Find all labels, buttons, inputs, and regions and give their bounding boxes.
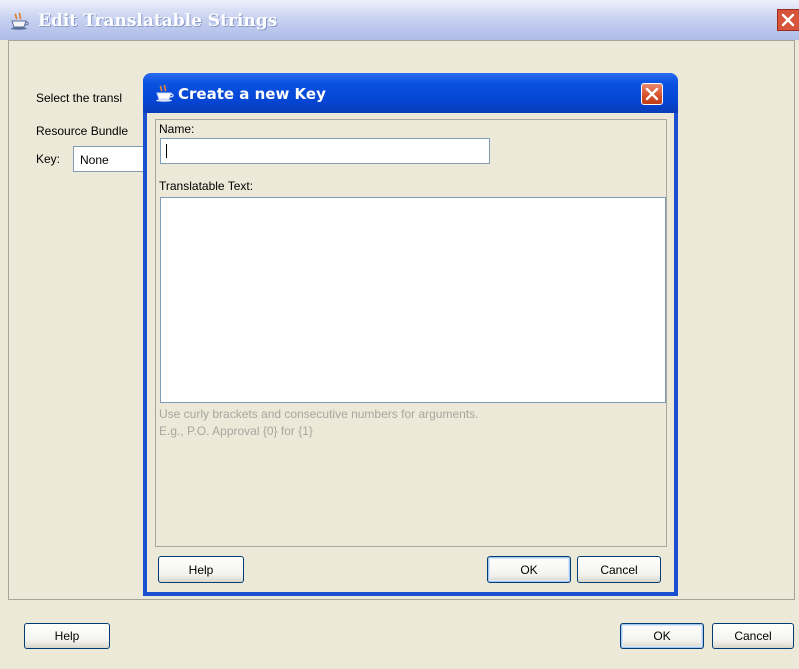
name-label: Name: [159,122,195,136]
dialog-ok-button[interactable]: OK [487,556,571,583]
hint-line-2: E.g., P.O. Approval {0} for {1} [159,424,313,438]
dialog-close-button[interactable] [641,83,663,105]
dialog-titlebar[interactable]: Create a new Key [143,73,678,113]
translatable-text-label: Translatable Text: [159,179,254,193]
close-icon [781,13,795,27]
java-cup-icon [156,84,174,102]
resource-bundle-label: Resource Bundle [36,124,129,138]
name-input[interactable] [160,138,490,164]
translatable-text-area[interactable] [160,197,666,403]
help-button-label: Help [54,629,80,643]
instruction-text: Select the transl [36,91,123,105]
ok-button-label: OK [653,629,671,643]
cancel-button[interactable]: Cancel [712,623,794,649]
hint-line-1: Use curly brackets and consecutive numbe… [159,407,479,421]
dialog-cancel-button[interactable]: Cancel [577,556,661,583]
text-caret [166,144,167,158]
dialog-title: Create a new Key [178,85,326,103]
dialog-body: Name: Translatable Text: Use curly brack… [147,113,674,592]
dialog-ok-button-label: OK [520,562,538,577]
dialog-help-button[interactable]: Help [158,556,244,583]
key-select[interactable]: None [73,146,153,172]
close-icon [645,87,659,101]
key-select-value: None [80,153,109,167]
help-button[interactable]: Help [24,623,110,649]
dialog-cancel-button-label: Cancel [600,562,638,577]
java-cup-icon [11,12,29,30]
window-titlebar[interactable]: Edit Translatable Strings [0,0,799,40]
ok-button[interactable]: OK [620,623,704,649]
create-key-dialog: Create a new Key Name: Translatable Text… [143,73,678,596]
window-title: Edit Translatable Strings [38,11,278,31]
key-label: Key: [36,152,61,166]
cancel-button-label: Cancel [734,629,772,643]
window-close-button[interactable] [777,9,799,31]
dialog-help-button-label: Help [188,562,214,577]
